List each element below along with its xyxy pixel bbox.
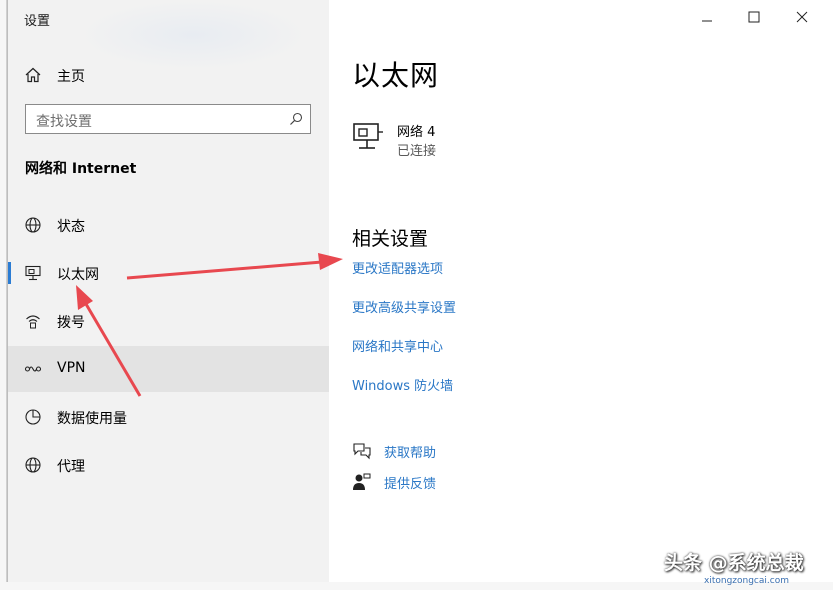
search-placeholder: 查找设置 xyxy=(36,114,92,130)
feedback-label: 提供反馈 xyxy=(384,477,437,492)
selection-indicator xyxy=(8,262,11,284)
sidebar-home-label: 主页 xyxy=(57,69,85,85)
section-heading: 网络和 Internet xyxy=(25,161,137,177)
background-window-edge xyxy=(0,0,7,590)
ethernet-icon xyxy=(25,265,41,281)
change-adapter-options-link[interactable]: 更改适配器选项 xyxy=(352,258,443,277)
sidebar-item-ethernet[interactable]: 以太网 xyxy=(8,250,329,296)
watermark-text: 头条 @系统总裁 xyxy=(664,552,804,574)
main-content: 以太网 网络 4 已连接 相关设置 更改适配器选项 更改高级共享设置 网络和共享… xyxy=(329,0,833,582)
sidebar-item-label: VPN xyxy=(57,360,86,376)
data-usage-icon xyxy=(25,409,41,425)
home-icon xyxy=(25,67,41,83)
windows-firewall-link[interactable]: Windows 防火墙 xyxy=(352,375,453,394)
search-input[interactable]: 查找设置 xyxy=(25,104,311,134)
minimize-icon[interactable] xyxy=(692,4,722,30)
get-help-label: 获取帮助 xyxy=(384,446,437,461)
globe-icon xyxy=(25,217,41,233)
search-icon[interactable] xyxy=(289,112,303,126)
close-icon[interactable] xyxy=(787,4,817,30)
related-settings-heading: 相关设置 xyxy=(352,228,429,250)
network-entry[interactable]: 网络 4 已连接 xyxy=(352,118,552,162)
sidebar-item-label: 拨号 xyxy=(57,315,85,331)
watermark: 头条 @系统总裁 xitongzongcai.com xyxy=(664,548,832,588)
window-title: 设置 xyxy=(24,14,51,29)
feedback-person-icon xyxy=(353,473,371,490)
page-title: 以太网 xyxy=(352,59,440,92)
ethernet-network-icon xyxy=(353,123,383,149)
sidebar-item-label: 状态 xyxy=(57,219,85,235)
sidebar-item-status[interactable]: 状态 xyxy=(8,202,329,248)
dialup-icon xyxy=(26,315,40,329)
sidebar-item-vpn[interactable]: VPN xyxy=(8,346,329,392)
maximize-icon[interactable] xyxy=(739,4,769,30)
sidebar-item-label: 数据使用量 xyxy=(57,411,127,427)
sidebar-item-proxy[interactable]: 代理 xyxy=(8,442,329,488)
sidebar-item-label: 代理 xyxy=(57,459,85,475)
network-sharing-center-link[interactable]: 网络和共享中心 xyxy=(352,336,443,355)
watermark-url: xitongzongcai.com xyxy=(704,576,789,586)
feedback-link[interactable]: 提供反馈 xyxy=(352,471,552,493)
chat-help-icon xyxy=(353,443,371,460)
settings-window: 设置 主页 查找设置 网络和 Internet 状态 以太网 拨号 VPN 数据… xyxy=(7,0,833,582)
change-advanced-sharing-link[interactable]: 更改高级共享设置 xyxy=(352,297,456,316)
vpn-icon xyxy=(24,366,42,372)
network-name: 网络 4 xyxy=(397,125,436,140)
sidebar-item-data-usage[interactable]: 数据使用量 xyxy=(8,394,329,440)
network-status: 已连接 xyxy=(397,144,437,159)
sidebar-home[interactable]: 主页 xyxy=(8,60,329,90)
sidebar-item-dialup[interactable]: 拨号 xyxy=(8,298,329,344)
sidebar-item-label: 以太网 xyxy=(57,267,99,283)
proxy-globe-icon xyxy=(25,457,41,473)
sidebar: 设置 主页 查找设置 网络和 Internet 状态 以太网 拨号 VPN 数据… xyxy=(8,0,329,582)
caption-buttons xyxy=(674,0,833,34)
get-help-link[interactable]: 获取帮助 xyxy=(352,440,552,462)
